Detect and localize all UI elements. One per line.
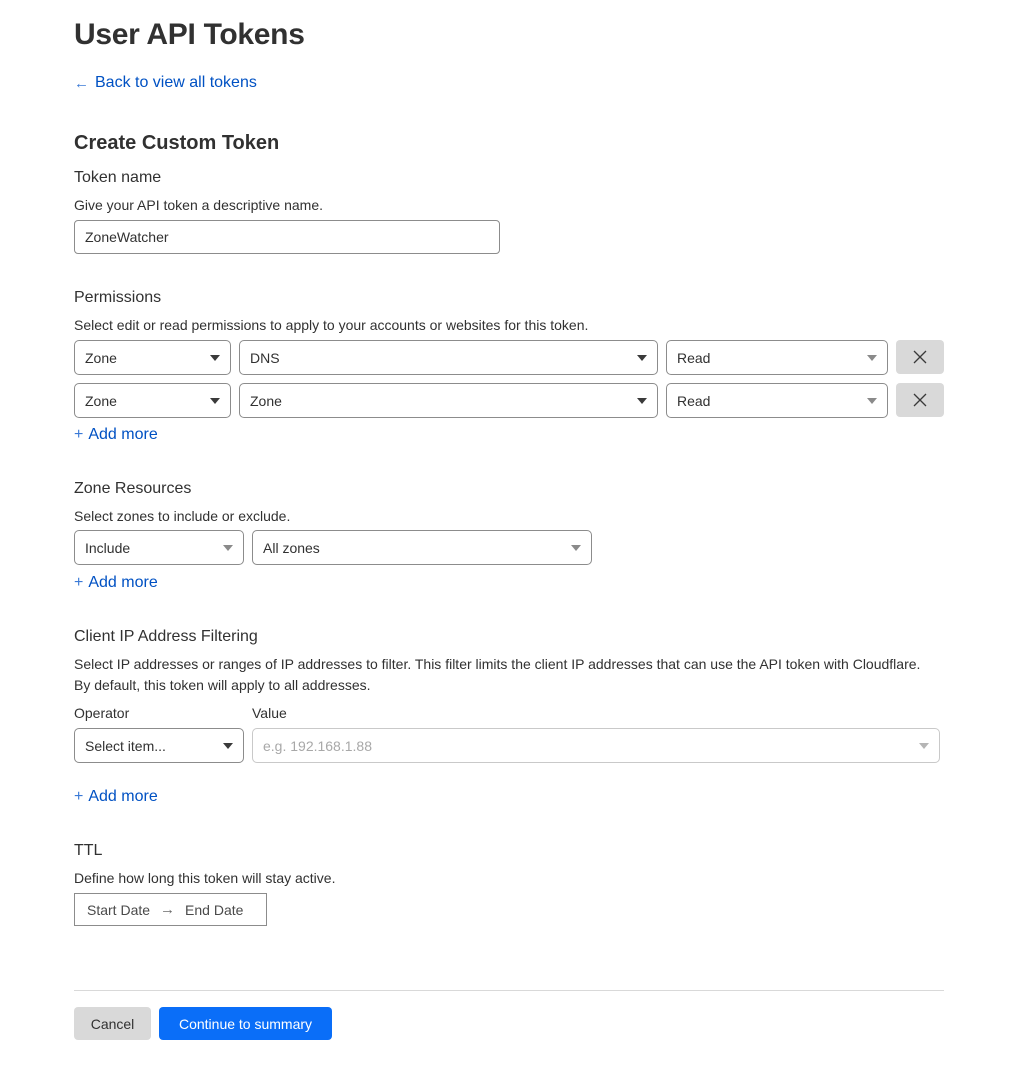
plus-icon: + — [74, 426, 84, 443]
back-link-label: Back to view all tokens — [95, 74, 257, 91]
ip-filtering-label: Client IP Address Filtering — [74, 628, 258, 645]
continue-to-summary-button[interactable]: Continue to summary — [159, 1007, 332, 1040]
permissions-label: Permissions — [74, 289, 162, 306]
permission-resource-value: Zone — [250, 392, 282, 409]
ip-operator-select[interactable]: Select item... — [74, 728, 244, 763]
permission-scope-value: Zone — [85, 349, 117, 366]
caret-down-icon — [223, 544, 233, 551]
remove-permission-button[interactable] — [896, 340, 944, 374]
caret-down-icon — [919, 742, 929, 749]
permission-access-select[interactable]: Read — [666, 340, 888, 375]
permission-scope-select[interactable]: Zone — [74, 340, 231, 375]
token-name-input[interactable] — [74, 220, 500, 254]
back-to-tokens-link[interactable]: ← Back to view all tokens — [74, 74, 257, 92]
permission-access-select[interactable]: Read — [666, 383, 888, 418]
operator-label: Operator — [74, 705, 130, 721]
zone-resources-description: Select zones to include or exclude. — [74, 508, 291, 524]
add-ip-filter-button[interactable]: + Add more — [74, 788, 158, 806]
ip-operator-value: Select item... — [85, 737, 166, 754]
caret-down-icon — [637, 397, 647, 404]
zone-include-value: Include — [85, 539, 131, 556]
form-title: Create Custom Token — [74, 132, 280, 154]
token-name-label: Token name — [74, 169, 162, 186]
value-label: Value — [252, 705, 287, 721]
ip-value-placeholder: e.g. 192.168.1.88 — [263, 737, 372, 754]
add-more-label: Add more — [88, 574, 158, 591]
remove-permission-button[interactable] — [896, 383, 944, 417]
caret-down-icon — [867, 354, 877, 361]
caret-down-icon — [210, 397, 220, 404]
ip-value-select[interactable]: e.g. 192.168.1.88 — [252, 728, 940, 763]
arrow-right-icon: → — [160, 901, 176, 918]
permission-scope-value: Zone — [85, 392, 117, 409]
caret-down-icon — [571, 544, 581, 551]
permission-resource-select[interactable]: DNS — [239, 340, 658, 375]
caret-down-icon — [867, 397, 877, 404]
add-more-label: Add more — [88, 426, 158, 443]
caret-down-icon — [637, 354, 647, 361]
ttl-date-range-picker[interactable]: Start Date → End Date — [74, 893, 267, 926]
permission-scope-select[interactable]: Zone — [74, 383, 231, 418]
zone-include-select[interactable]: Include — [74, 530, 244, 565]
token-name-description: Give your API token a descriptive name. — [74, 197, 324, 213]
permission-access-value: Read — [677, 349, 711, 366]
permission-access-value: Read — [677, 392, 711, 409]
caret-down-icon — [210, 354, 220, 361]
permission-resource-select[interactable]: Zone — [239, 383, 658, 418]
ip-filtering-description: Select IP addresses or ranges of IP addr… — [74, 656, 921, 693]
cancel-button[interactable]: Cancel — [74, 1007, 151, 1040]
close-icon — [913, 393, 927, 407]
ttl-label: TTL — [74, 842, 103, 859]
close-icon — [913, 350, 927, 364]
zone-resources-label: Zone Resources — [74, 480, 192, 497]
start-date-input[interactable]: Start Date — [87, 902, 150, 918]
caret-down-icon — [223, 742, 233, 749]
end-date-input[interactable]: End Date — [185, 902, 243, 918]
page-title: User API Tokens — [74, 18, 305, 51]
plus-icon: + — [74, 788, 84, 805]
zone-target-value: All zones — [263, 539, 320, 556]
footer-divider — [74, 990, 944, 991]
permissions-description: Select edit or read permissions to apply… — [74, 317, 589, 333]
add-permission-button[interactable]: + Add more — [74, 426, 158, 444]
permission-resource-value: DNS — [250, 349, 280, 366]
arrow-left-icon: ← — [74, 75, 89, 92]
ttl-description: Define how long this token will stay act… — [74, 870, 336, 886]
zone-target-select[interactable]: All zones — [252, 530, 592, 565]
add-more-label: Add more — [88, 788, 158, 805]
add-zone-resource-button[interactable]: + Add more — [74, 574, 158, 592]
plus-icon: + — [74, 574, 84, 591]
